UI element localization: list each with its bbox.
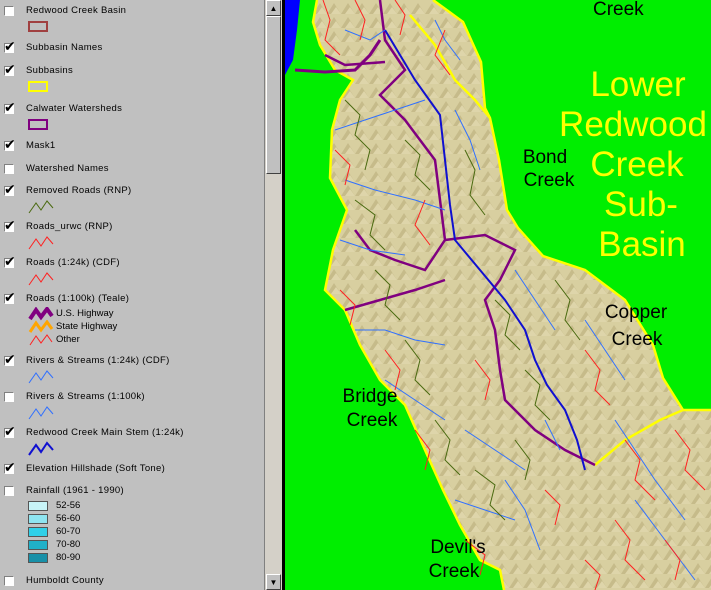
removed-road-symbol xyxy=(28,200,54,214)
bond-creek-label: Bond xyxy=(523,147,567,168)
rainfall-swatch xyxy=(28,540,48,550)
layer-roads-100k[interactable]: Roads (1:100k) (Teale) xyxy=(0,290,262,307)
state-highway-symbol xyxy=(28,320,54,333)
layer-checkbox[interactable] xyxy=(4,164,14,174)
layer-label: Rivers & Streams (1:24k) (CDF) xyxy=(26,355,170,366)
watershed-outline-symbol xyxy=(28,119,48,130)
legend-scrollbar[interactable]: ▲ ▼ xyxy=(264,0,282,590)
layer-checkbox[interactable] xyxy=(4,182,16,198)
layer-label: Redwood Creek Main Stem (1:24k) xyxy=(26,427,184,438)
layer-label: Roads (1:100k) (Teale) xyxy=(26,293,130,304)
rainfall-swatch xyxy=(28,514,48,524)
layer-mask1[interactable]: Mask1 xyxy=(0,137,262,154)
layer-subbasin-names[interactable]: Subbasin Names xyxy=(0,39,262,56)
stream-24k-symbol xyxy=(28,370,54,384)
layer-rainfall[interactable]: Rainfall (1961 - 1990) xyxy=(0,485,262,499)
scroll-up-button[interactable]: ▲ xyxy=(266,0,281,16)
bridge-creek-label: Bridge xyxy=(343,386,398,407)
layer-checkbox[interactable] xyxy=(4,62,16,78)
map-view[interactable]: Creek Lower Redwood Creek Sub- Basin Bon… xyxy=(285,0,711,590)
layer-label: Subbasins xyxy=(26,65,74,76)
layer-checkbox[interactable] xyxy=(4,460,16,476)
map-label-line: Basin xyxy=(598,225,686,264)
layer-checkbox[interactable] xyxy=(4,100,16,116)
layer-calwater-watersheds[interactable]: Calwater Watersheds xyxy=(0,100,262,117)
layer-label: Rainfall (1961 - 1990) xyxy=(26,485,124,496)
layer-removed-roads[interactable]: Removed Roads (RNP) xyxy=(0,182,262,199)
rainfall-swatch xyxy=(28,527,48,537)
layer-roads-24k[interactable]: Roads (1:24k) (CDF) xyxy=(0,254,262,271)
rainfall-class-label: 52-56 xyxy=(56,500,81,511)
other-road-symbol xyxy=(29,334,53,346)
layer-checkbox[interactable] xyxy=(4,6,14,16)
layer-checkbox[interactable] xyxy=(4,137,16,153)
scroll-thumb[interactable] xyxy=(266,16,281,174)
layer-checkbox[interactable] xyxy=(4,254,16,270)
layer-label: Roads (1:24k) (CDF) xyxy=(26,257,120,268)
layer-label: Elevation Hillshade (Soft Tone) xyxy=(26,463,166,474)
road-24k-symbol xyxy=(28,272,54,286)
layer-checkbox[interactable] xyxy=(4,486,14,496)
map-label-line: Lower xyxy=(590,65,686,104)
layer-checkbox[interactable] xyxy=(4,218,16,234)
scroll-down-button[interactable]: ▼ xyxy=(266,574,281,590)
layer-rivers-24k[interactable]: Rivers & Streams (1:24k) (CDF) xyxy=(0,352,262,369)
layer-main-stem[interactable]: Redwood Creek Main Stem (1:24k) xyxy=(0,424,262,441)
main-stem-symbol xyxy=(28,441,54,456)
layer-label: Mask1 xyxy=(26,140,56,151)
basin-outline-symbol xyxy=(28,21,48,32)
layer-checkbox[interactable] xyxy=(4,576,14,586)
map-label-line: Sub- xyxy=(604,185,678,224)
layer-humboldt-county[interactable]: Humboldt County xyxy=(0,575,262,589)
rainfall-class-label: 80-90 xyxy=(56,552,81,563)
layer-hillshade[interactable]: Elevation Hillshade (Soft Tone) xyxy=(0,460,262,477)
rainfall-swatch xyxy=(28,553,48,563)
subbasin-outline-symbol xyxy=(28,81,48,92)
creek-top-label: Creek xyxy=(593,0,644,20)
layer-checkbox[interactable] xyxy=(4,39,16,55)
layer-label: Subbasin Names xyxy=(26,42,103,53)
layer-checkbox[interactable] xyxy=(4,424,16,440)
stream-100k-symbol xyxy=(28,406,54,420)
layer-subbasins[interactable]: Subbasins xyxy=(0,62,262,79)
layer-redwood-creek-basin[interactable]: Redwood Creek Basin xyxy=(0,5,262,19)
road-class-label: U.S. Highway xyxy=(56,308,114,319)
devils-creek-label: Creek xyxy=(429,561,480,582)
layer-checkbox[interactable] xyxy=(4,392,14,402)
layer-roads-urwc[interactable]: Roads_urwc (RNP) xyxy=(0,218,262,235)
layer-rivers-100k[interactable]: Rivers & Streams (1:100k) xyxy=(0,391,262,405)
us-highway-symbol xyxy=(28,307,54,321)
bridge-creek-label: Creek xyxy=(347,410,398,431)
layer-label: Rivers & Streams (1:100k) xyxy=(26,391,145,402)
layer-label: Roads_urwc (RNP) xyxy=(26,221,113,232)
rainfall-class-label: 60-70 xyxy=(56,526,81,537)
layer-label: Removed Roads (RNP) xyxy=(26,185,132,196)
layer-checkbox[interactable] xyxy=(4,352,16,368)
layer-label: Redwood Creek Basin xyxy=(26,5,127,16)
layer-label: Calwater Watersheds xyxy=(26,103,123,114)
layer-checkbox[interactable] xyxy=(4,290,16,306)
road-class-label: State Highway xyxy=(56,321,118,332)
devils-creek-label: Devil's xyxy=(430,537,485,558)
legend-panel: Redwood Creek Basin Subbasin Names Subba… xyxy=(0,0,264,590)
layer-label: Watershed Names xyxy=(26,163,109,174)
road-urwc-symbol xyxy=(28,236,54,250)
rainfall-class-label: 56-60 xyxy=(56,513,81,524)
rainfall-swatch xyxy=(28,501,48,511)
map-label-line: Redwood xyxy=(559,105,707,144)
layer-label: Humboldt County xyxy=(26,575,104,586)
road-class-label: Other xyxy=(56,334,80,345)
map-label-line: Creek xyxy=(590,145,684,184)
copper-creek-label: Copper xyxy=(605,302,668,323)
layer-watershed-names[interactable]: Watershed Names xyxy=(0,163,262,177)
copper-creek-label: Creek xyxy=(612,329,663,350)
rainfall-class-label: 70-80 xyxy=(56,539,81,550)
bond-creek-label: Creek xyxy=(524,170,575,191)
